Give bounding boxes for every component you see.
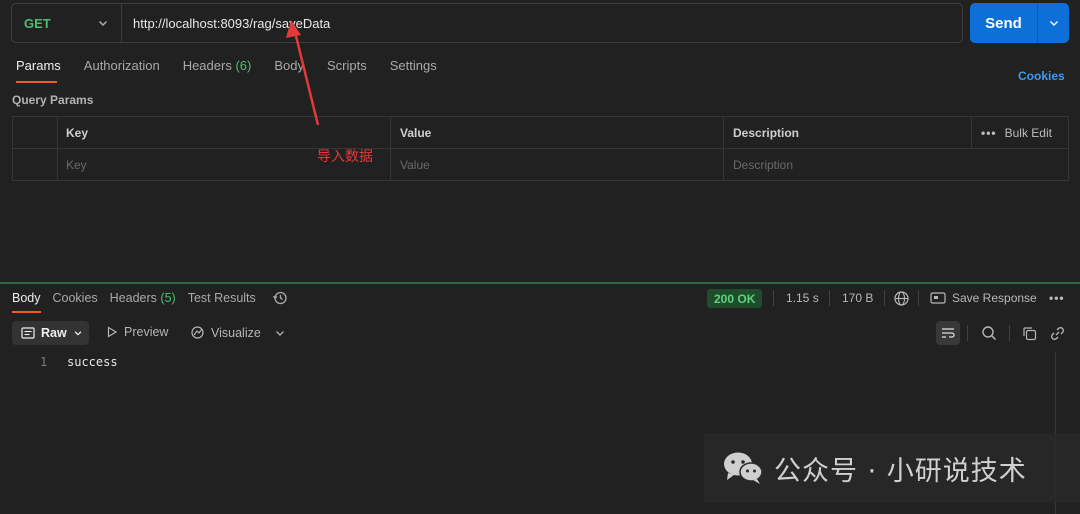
- description-header: Description: [733, 126, 800, 140]
- divider: [1009, 325, 1010, 341]
- divider: [967, 325, 968, 341]
- watermark: 公众号 · 小研说技术: [704, 433, 1080, 503]
- preview-button[interactable]: Preview: [106, 325, 168, 339]
- annotation-label: 导入数据: [317, 149, 373, 165]
- wechat-icon: [724, 452, 763, 484]
- tab-label: Params: [16, 58, 61, 73]
- bulk-edit-label: Bulk Edit: [1004, 126, 1052, 140]
- format-select[interactable]: Raw: [12, 321, 89, 345]
- table-row: Key Value Description: [13, 149, 1068, 181]
- query-params-title: Query Params: [12, 93, 94, 107]
- tab-label: Body: [12, 291, 41, 305]
- tab-count: (5): [160, 291, 176, 305]
- annotation-arrow-icon: [286, 20, 320, 126]
- save-icon: [930, 292, 946, 304]
- response-tabs: Body Cookies Headers (5) Test Results: [12, 290, 288, 306]
- send-button-group: Send: [970, 3, 1069, 43]
- link-icon[interactable]: [1045, 321, 1069, 345]
- wrap-lines-button[interactable]: [936, 321, 960, 345]
- tab-label: Settings: [389, 58, 437, 73]
- response-body[interactable]: 1 success: [0, 352, 1080, 376]
- method-label: GET: [24, 15, 51, 31]
- raw-icon: [21, 327, 35, 339]
- visualize-label: Visualize: [211, 325, 261, 340]
- copy-icon[interactable]: [1017, 321, 1041, 345]
- pane-divider[interactable]: [0, 282, 1080, 284]
- table-header-row: Key Value Description ••• Bulk Edit: [13, 117, 1068, 149]
- request-tabs: Params Authorization Headers (6) Body Sc…: [16, 58, 460, 80]
- tab-headers[interactable]: Headers (6): [183, 58, 252, 80]
- history-icon[interactable]: [272, 290, 288, 306]
- more-icon: •••: [981, 126, 997, 140]
- watermark-text: 公众号 · 小研说技术: [774, 455, 1027, 487]
- divider: [918, 290, 919, 306]
- visualize-button[interactable]: Visualize: [190, 325, 261, 340]
- active-tab-indicator: [16, 81, 57, 83]
- preview-label: Preview: [124, 325, 169, 339]
- response-tab-headers[interactable]: Headers (5): [110, 291, 176, 305]
- tab-count: (6): [235, 58, 252, 73]
- tab-params[interactable]: Params: [16, 58, 61, 80]
- divider: [829, 290, 830, 306]
- search-icon[interactable]: [977, 321, 1001, 345]
- response-tab-test-results[interactable]: Test Results: [188, 291, 256, 305]
- wrap-icon: [942, 328, 955, 338]
- cookies-link[interactable]: Cookies: [1018, 69, 1065, 83]
- tab-label: Cookies: [52, 291, 98, 305]
- visualize-icon: [191, 326, 204, 339]
- send-button[interactable]: Send: [970, 3, 1037, 43]
- status-badge[interactable]: 200 OK: [707, 289, 763, 308]
- tab-label: Authorization: [83, 58, 160, 73]
- chevron-down-icon: [99, 21, 107, 26]
- response-time[interactable]: 1.15 s: [786, 291, 819, 305]
- response-size[interactable]: 170 B: [842, 291, 873, 305]
- play-icon: [107, 326, 118, 338]
- query-params-table: Key Value Description ••• Bulk Edit Key …: [12, 116, 1069, 181]
- response-tab-body[interactable]: Body: [12, 291, 41, 305]
- bulk-edit-button[interactable]: ••• Bulk Edit: [973, 117, 1069, 149]
- save-response-button[interactable]: Save Response: [930, 291, 1037, 305]
- more-options-icon[interactable]: •••: [1049, 291, 1065, 305]
- description-field[interactable]: Description: [725, 149, 971, 181]
- active-tab-indicator: [12, 311, 41, 313]
- tab-label: Headers: [182, 58, 232, 73]
- key-header: Key: [66, 126, 89, 140]
- value-header: Value: [400, 126, 432, 140]
- tab-label: Test Results: [187, 291, 256, 305]
- value-field[interactable]: Value: [392, 149, 725, 181]
- divider: [723, 117, 724, 180]
- chevron-down-icon: [1049, 21, 1058, 26]
- divider: [57, 117, 58, 180]
- line-number: 1: [40, 355, 48, 369]
- divider: [884, 290, 885, 306]
- tab-settings[interactable]: Settings: [390, 58, 437, 80]
- format-label: Raw: [41, 326, 67, 340]
- chevron-down-icon[interactable]: [274, 327, 286, 339]
- response-tab-cookies[interactable]: Cookies: [53, 291, 98, 305]
- url-bar: GET http://localhost:8093/rag/saveData: [11, 3, 963, 43]
- chevron-down-icon: [74, 331, 82, 336]
- response-line: success: [67, 355, 118, 369]
- divider: [773, 290, 774, 306]
- tab-authorization[interactable]: Authorization: [84, 58, 160, 80]
- divider: [971, 117, 972, 149]
- send-options-button[interactable]: [1037, 3, 1069, 43]
- tab-label: Headers: [109, 291, 157, 305]
- method-select[interactable]: GET: [12, 4, 122, 42]
- save-response-label: Save Response: [952, 291, 1037, 305]
- divider: [390, 117, 391, 180]
- globe-icon[interactable]: [893, 290, 910, 307]
